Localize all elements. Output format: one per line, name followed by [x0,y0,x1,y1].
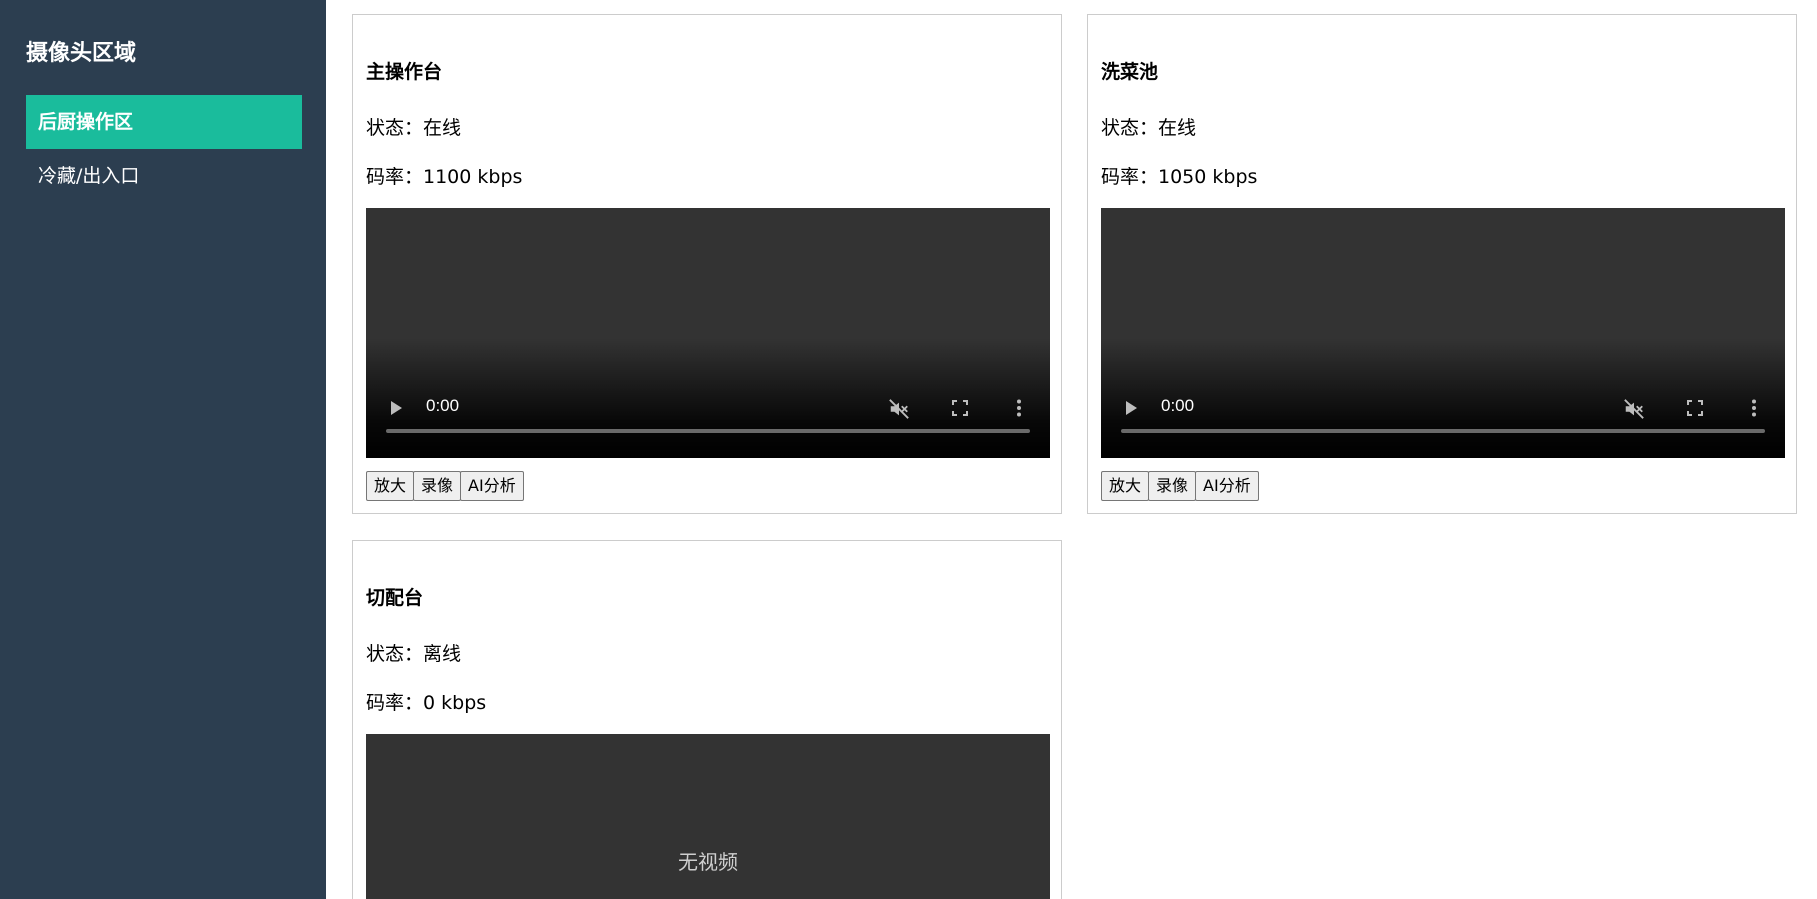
sidebar-item-cold-storage-entrance[interactable]: 冷藏/出入口 [26,149,302,203]
ai-analysis-button[interactable]: AI分析 [460,471,524,501]
sidebar-list: 后厨操作区 冷藏/出入口 [0,95,326,203]
zoom-button[interactable]: 放大 [366,471,415,501]
camera-bitrate: 码率：0 kbps [366,692,487,714]
app-window: 摄像头区域 后厨操作区 冷藏/出入口 主操作台 状态：在线 码率：1100 kb… [0,0,1817,899]
camera-actions: 放大 录像 AI分析 [366,471,524,501]
video-controls: 0:00 [366,396,1050,420]
mute-icon[interactable] [1623,398,1645,420]
zoom-button[interactable]: 放大 [1101,471,1150,501]
record-button[interactable]: 录像 [413,471,462,501]
ai-analysis-button[interactable]: AI分析 [1195,471,1259,501]
camera-bitrate: 码率：1100 kbps [366,166,523,188]
record-button[interactable]: 录像 [1148,471,1197,501]
camera-name: 切配台 [366,587,424,609]
play-icon[interactable] [391,401,402,415]
camera-card-main-station: 主操作台 状态：在线 码率：1100 kbps 0:00 放大 录像 AI分析 [352,14,1062,514]
camera-card-cutting-station: 切配台 状态：离线 码率：0 kbps 无视频 [352,540,1062,899]
sidebar-title: 摄像头区域 [26,41,137,66]
video-progress-bar[interactable] [1121,429,1765,433]
more-vertical-icon[interactable] [1016,399,1022,417]
camera-name: 洗菜池 [1101,61,1159,83]
fullscreen-icon[interactable] [1687,400,1703,416]
sidebar-item-kitchen-operation[interactable]: 后厨操作区 [26,95,302,149]
video-progress-bar[interactable] [386,429,1030,433]
video-time: 0:00 [426,396,460,415]
play-icon[interactable] [1126,401,1137,415]
camera-card-vegetable-sink: 洗菜池 状态：在线 码率：1050 kbps 0:00 放大 录像 AI分析 [1087,14,1797,514]
video-controls: 0:00 [1101,396,1785,420]
camera-name: 主操作台 [366,61,443,83]
no-video-text: 无视频 [678,850,738,874]
video-time: 0:00 [1161,396,1195,415]
camera-actions: 放大 录像 AI分析 [1101,471,1259,501]
camera-status: 状态：在线 [1101,117,1197,139]
camera-status: 状态：离线 [366,643,462,665]
camera-grid: 主操作台 状态：在线 码率：1100 kbps 0:00 放大 录像 AI分析 … [326,0,1817,899]
video-player[interactable]: 0:00 [1101,208,1785,458]
fullscreen-icon[interactable] [952,400,968,416]
sidebar: 摄像头区域 后厨操作区 冷藏/出入口 [0,0,326,899]
more-vertical-icon[interactable] [1751,399,1757,417]
camera-bitrate: 码率：1050 kbps [1101,166,1258,188]
camera-status: 状态：在线 [366,117,462,139]
video-placeholder: 无视频 [366,734,1050,899]
mute-icon[interactable] [888,398,910,420]
video-player[interactable]: 0:00 [366,208,1050,458]
